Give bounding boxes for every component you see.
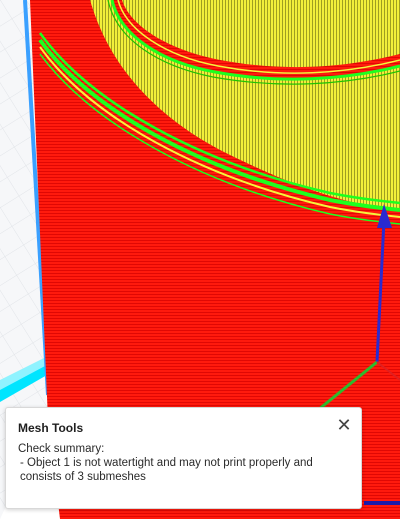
summary-item-text: Object 1 is not watertight and may not p… (20, 457, 313, 483)
message-body: Check summary: - Object 1 is not waterti… (18, 442, 349, 484)
summary-label: Check summary: (18, 443, 105, 455)
bullet: - (20, 457, 24, 469)
message-title: Mesh Tools (18, 421, 84, 435)
close-icon[interactable]: ✕ (336, 416, 352, 434)
summary-item: - Object 1 is not watertight and may not… (18, 456, 349, 484)
mesh-tools-message: Mesh Tools ✕ Check summary: - Object 1 i… (5, 407, 362, 509)
